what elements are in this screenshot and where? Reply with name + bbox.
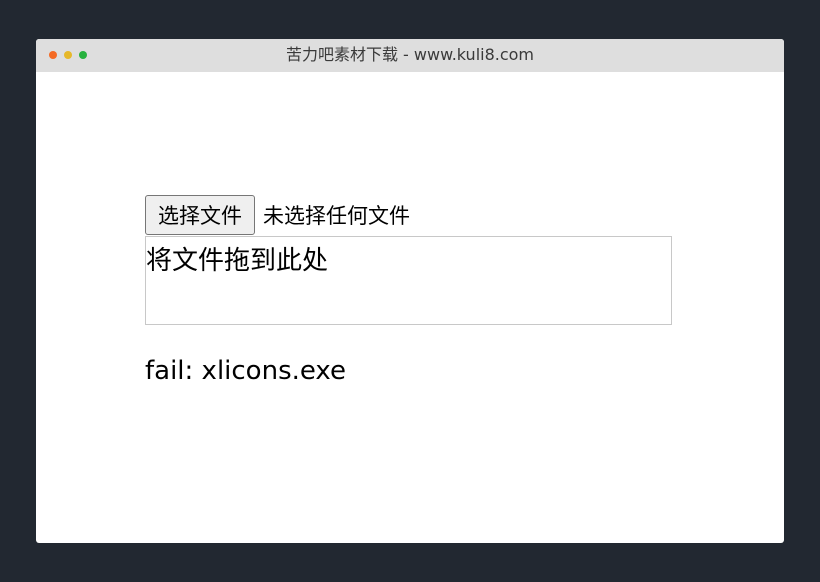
page-content: 选择文件 未选择任何文件 将文件拖到此处 fail: xlicons.exe (36, 72, 784, 543)
upload-result-message: fail: xlicons.exe (145, 356, 347, 386)
choose-file-button[interactable]: 选择文件 (145, 195, 255, 235)
file-input[interactable]: 选择文件 未选择任何文件 (145, 195, 410, 235)
file-status-text: 未选择任何文件 (263, 204, 410, 228)
title-bar: 苦力吧素材下载 - www.kuli8.com (36, 39, 784, 72)
file-drop-zone[interactable]: 将文件拖到此处 (145, 236, 672, 325)
drop-zone-label: 将文件拖到此处 (146, 246, 329, 276)
browser-window: 苦力吧素材下载 - www.kuli8.com 选择文件 未选择任何文件 将文件… (36, 39, 784, 543)
window-title: 苦力吧素材下载 - www.kuli8.com (285, 45, 535, 64)
